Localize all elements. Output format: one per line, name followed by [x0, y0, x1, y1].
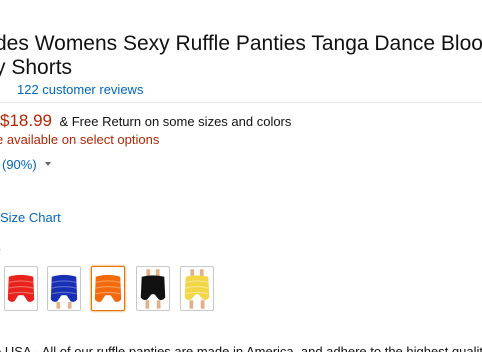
ruffle-shorts-yellow-image — [184, 269, 210, 309]
ruffle-shorts-orange-image — [94, 274, 122, 302]
ruffle-shorts-blue-image — [50, 274, 78, 309]
ruffle-shorts-black-image — [140, 269, 166, 309]
price-row: $18.99 & Free Return on some sizes and c… — [0, 111, 291, 131]
color-swatch-blue[interactable] — [47, 266, 81, 311]
color-swatch-black[interactable] — [136, 266, 170, 311]
customer-reviews-link[interactable]: 122 customer reviews — [17, 82, 143, 98]
free-return-text: & Free Return on some sizes and colors — [59, 114, 292, 129]
ruffle-shorts-red-image — [7, 274, 35, 302]
divider — [0, 102, 482, 103]
color-swatch-orange[interactable] — [91, 266, 125, 311]
product-title: des Womens Sexy Ruffle Panties Tanga Dan… — [0, 32, 482, 80]
rating-percent: (90%) — [2, 157, 37, 172]
price: $18.99 — [0, 111, 52, 130]
product-detail-page: des Womens Sexy Ruffle Panties Tanga Dan… — [0, 0, 482, 352]
product-title-line-2: y Shorts — [0, 56, 73, 79]
color-label: y — [0, 244, 1, 260]
color-swatch-yellow[interactable] — [180, 266, 214, 311]
availability-note: e available on select options — [0, 132, 160, 147]
product-title-line-1: des Womens Sexy Ruffle Panties Tanga Dan… — [0, 32, 482, 55]
rating-dropdown[interactable]: (90%) — [2, 157, 51, 173]
description-teaser: e USA - All of our ruffle panties are ma… — [0, 344, 482, 352]
size-chart-link[interactable]: Size Chart — [0, 210, 61, 226]
caret-down-icon — [44, 161, 51, 166]
color-swatch-red[interactable] — [4, 266, 38, 311]
